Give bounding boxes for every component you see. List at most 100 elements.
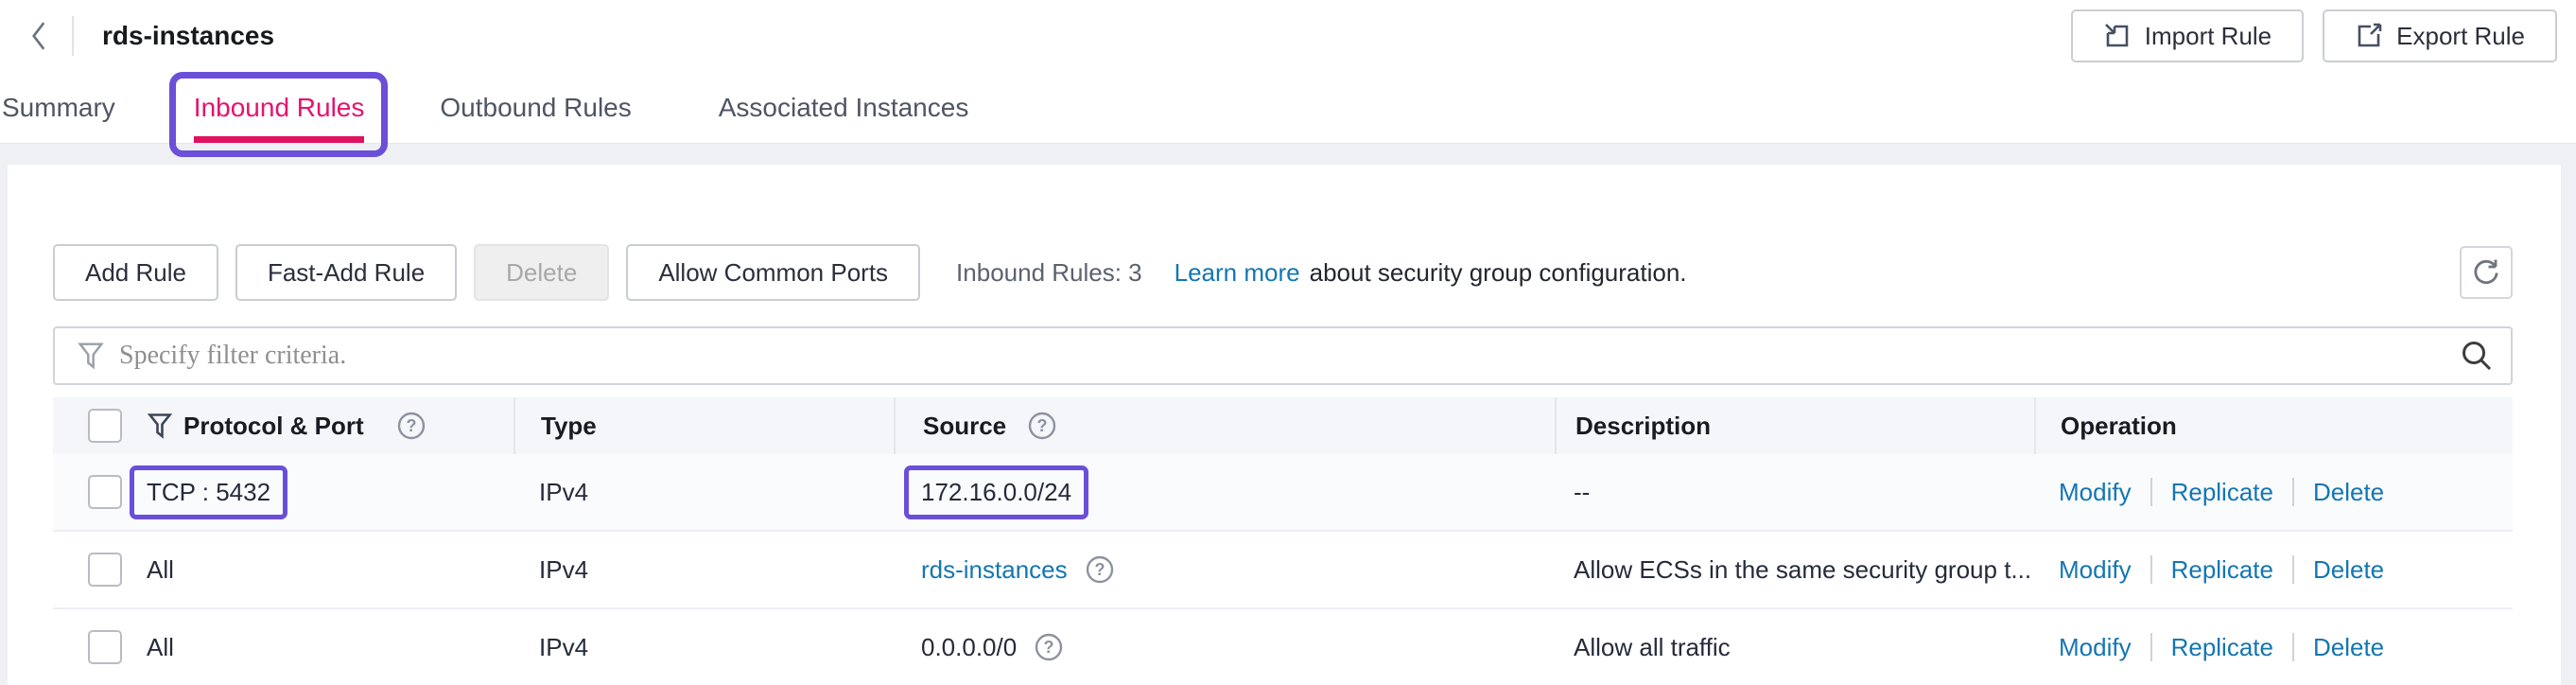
back-button[interactable] bbox=[26, 19, 51, 53]
svg-text:?: ? bbox=[1094, 560, 1105, 579]
add-rule-button[interactable]: Add Rule bbox=[53, 244, 218, 301]
tab-inbound-rules-label: Inbound Rules bbox=[194, 93, 365, 123]
type-value: IPv4 bbox=[539, 478, 588, 507]
description-cell: Allow all traffic bbox=[1555, 633, 2034, 662]
title-row: rds-instances Import Rule Export Rule bbox=[0, 0, 2576, 72]
tab-summary[interactable]: Summary bbox=[2, 72, 115, 143]
tab-associated-instances[interactable]: Associated Instances bbox=[719, 72, 969, 143]
row-checkbox[interactable] bbox=[88, 630, 122, 664]
protocol-cell: All bbox=[142, 555, 513, 585]
filter-bar[interactable] bbox=[53, 326, 2513, 385]
operation-separator bbox=[2292, 555, 2294, 584]
type-value: IPv4 bbox=[539, 633, 588, 662]
refresh-button[interactable] bbox=[2460, 246, 2513, 299]
operation-separator bbox=[2150, 633, 2152, 661]
tab-inbound-rules[interactable]: Inbound Rules bbox=[194, 72, 365, 143]
replicate-link[interactable]: Replicate bbox=[2171, 478, 2273, 507]
description-value: Allow all traffic bbox=[1574, 633, 1731, 662]
protocol-help-icon[interactable]: ? bbox=[396, 411, 426, 441]
table-row: All IPv4 rds-instances ? Allow ECSs in t… bbox=[53, 532, 2513, 609]
type-cell: IPv4 bbox=[513, 478, 894, 507]
type-cell: IPv4 bbox=[513, 555, 894, 585]
modify-link[interactable]: Modify bbox=[2059, 478, 2132, 507]
table-row: TCP : 5432 IPv4 172.16.0.0/24 -- Modify … bbox=[53, 454, 2513, 532]
description-value: -- bbox=[1574, 478, 1590, 507]
modify-link[interactable]: Modify bbox=[2059, 633, 2132, 662]
header-checkbox-cell bbox=[53, 397, 142, 454]
source-cell: 0.0.0.0/0 ? bbox=[894, 632, 1555, 662]
toolbar: Add Rule Fast-Add Rule Delete Allow Comm… bbox=[53, 244, 2513, 301]
protocol-value: TCP : 5432 bbox=[147, 478, 270, 506]
filter-funnel-icon bbox=[78, 342, 104, 370]
export-rule-button[interactable]: Export Rule bbox=[2323, 9, 2557, 62]
source-cell: rds-instances ? bbox=[894, 554, 1555, 585]
fast-add-rule-button[interactable]: Fast-Add Rule bbox=[235, 244, 457, 301]
header-operation: Operation bbox=[2034, 397, 2513, 454]
learn-more-suffix: about security group configuration. bbox=[1310, 258, 1687, 288]
header-type-label: Type bbox=[541, 412, 597, 441]
source-row-help-icon[interactable]: ? bbox=[1034, 632, 1064, 662]
refresh-icon bbox=[2470, 256, 2502, 289]
header-description-label: Description bbox=[1575, 412, 1711, 441]
delete-link[interactable]: Delete bbox=[2313, 478, 2384, 507]
operation-separator bbox=[2292, 633, 2294, 661]
replicate-link[interactable]: Replicate bbox=[2171, 555, 2273, 585]
row-checkbox-cell bbox=[53, 553, 142, 587]
protocol-value: All bbox=[147, 555, 174, 585]
protocol-value: All bbox=[147, 633, 174, 662]
tabs-row: Summary Inbound Rules Outbound Rules Ass… bbox=[0, 72, 2576, 143]
source-security-group-link[interactable]: rds-instances bbox=[921, 555, 1068, 585]
operation-separator bbox=[2150, 555, 2152, 584]
svg-text:?: ? bbox=[1037, 416, 1048, 435]
table-row: All IPv4 0.0.0.0/0 ? Allow all traffic M… bbox=[53, 609, 2513, 685]
type-value: IPv4 bbox=[539, 555, 588, 585]
tab-summary-label: Summary bbox=[2, 93, 115, 123]
active-tab-underline bbox=[194, 136, 365, 143]
chevron-left-icon bbox=[26, 19, 51, 53]
delete-link[interactable]: Delete bbox=[2313, 633, 2384, 662]
header-description: Description bbox=[1555, 397, 2034, 454]
source-row-help-icon[interactable]: ? bbox=[1085, 554, 1115, 585]
search-icon[interactable] bbox=[2460, 339, 2494, 373]
source-help-icon[interactable]: ? bbox=[1027, 411, 1057, 441]
inbound-rules-table: Protocol & Port ? Type Source ? bbox=[53, 397, 2513, 685]
operation-cell: Modify Replicate Delete bbox=[2034, 555, 2513, 585]
filter-criteria-input[interactable] bbox=[119, 332, 2460, 379]
row-checkbox[interactable] bbox=[88, 475, 122, 509]
page-title: rds-instances bbox=[102, 21, 274, 51]
source-cell: 172.16.0.0/24 bbox=[894, 478, 1555, 507]
header-protocol-port-label: Protocol & Port bbox=[183, 412, 364, 441]
import-rule-button[interactable]: Import Rule bbox=[2071, 9, 2304, 62]
allow-common-ports-button[interactable]: Allow Common Ports bbox=[626, 244, 920, 301]
learn-more-link[interactable]: Learn more bbox=[1175, 258, 1300, 288]
tab-outbound-rules[interactable]: Outbound Rules bbox=[440, 72, 631, 143]
operation-separator bbox=[2150, 478, 2152, 506]
page-header: rds-instances Import Rule Export Rule bbox=[0, 0, 2576, 144]
select-all-checkbox[interactable] bbox=[88, 409, 122, 443]
inbound-rules-panel: Add Rule Fast-Add Rule Delete Allow Comm… bbox=[8, 165, 2561, 685]
description-cell: -- bbox=[1555, 478, 2034, 507]
source-value: 0.0.0.0/0 bbox=[921, 633, 1017, 662]
operation-cell: Modify Replicate Delete bbox=[2034, 633, 2513, 662]
annotation-box-protocol: TCP : 5432 bbox=[130, 465, 287, 519]
tab-outbound-rules-label: Outbound Rules bbox=[440, 93, 631, 123]
header-type: Type bbox=[513, 397, 894, 454]
row-checkbox-cell bbox=[53, 630, 142, 664]
replicate-link[interactable]: Replicate bbox=[2171, 633, 2273, 662]
import-rule-label: Import Rule bbox=[2145, 22, 2271, 51]
svg-text:?: ? bbox=[406, 416, 416, 435]
delete-link[interactable]: Delete bbox=[2313, 555, 2384, 585]
modify-link[interactable]: Modify bbox=[2059, 555, 2132, 585]
operation-cell: Modify Replicate Delete bbox=[2034, 478, 2513, 507]
column-filter-icon[interactable] bbox=[148, 413, 172, 439]
description-value: Allow ECSs in the same security group t.… bbox=[1574, 555, 2031, 585]
table-header-row: Protocol & Port ? Type Source ? bbox=[53, 397, 2513, 454]
header-operation-label: Operation bbox=[2061, 412, 2177, 441]
export-rule-label: Export Rule bbox=[2396, 22, 2525, 51]
row-checkbox[interactable] bbox=[88, 553, 122, 587]
delete-button[interactable]: Delete bbox=[474, 244, 609, 301]
annotation-box-source: 172.16.0.0/24 bbox=[904, 465, 1088, 519]
type-cell: IPv4 bbox=[513, 633, 894, 662]
inbound-rules-count: Inbound Rules: 3 bbox=[956, 258, 1142, 288]
operation-separator bbox=[2292, 478, 2294, 506]
